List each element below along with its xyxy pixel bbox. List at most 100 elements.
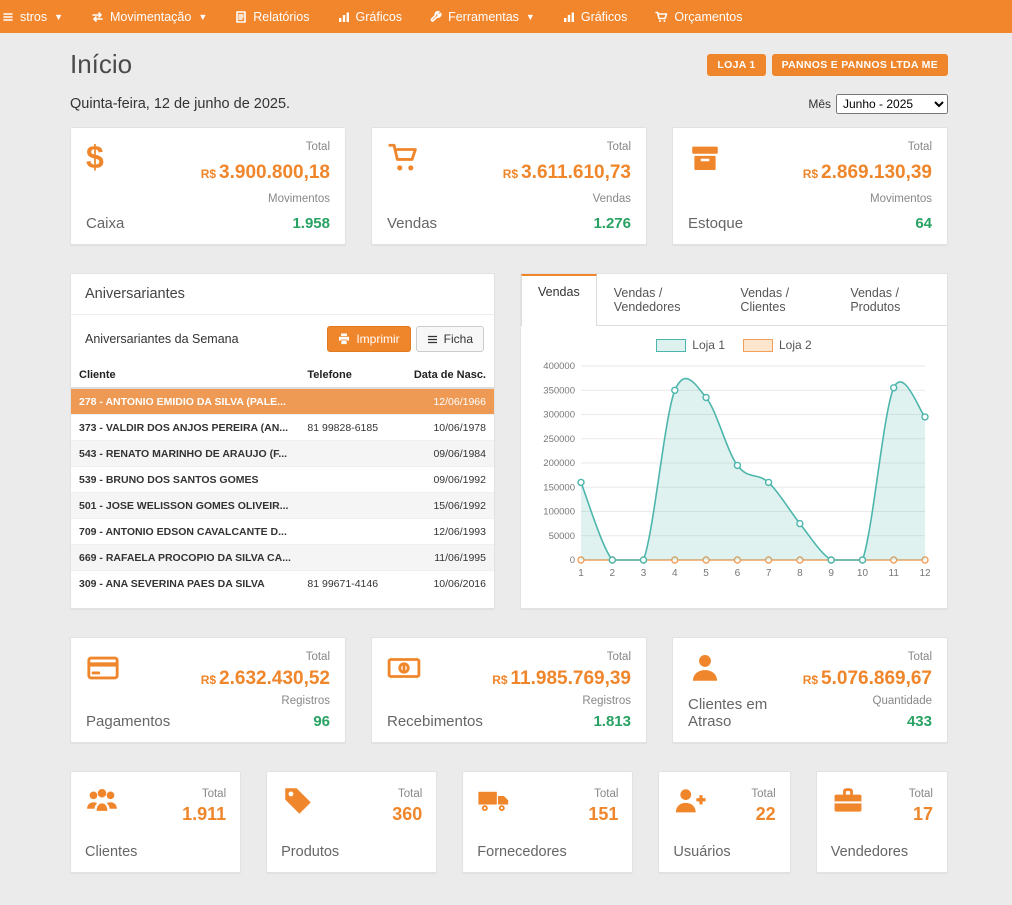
box-icon <box>688 141 722 175</box>
pagamentos-count: 96 <box>201 713 330 730</box>
nav-item-label: Gráficos <box>356 10 403 24</box>
svg-text:3: 3 <box>641 568 647 579</box>
tab-vendas[interactable]: Vendas <box>521 274 597 326</box>
panel-title: Aniversariantes <box>71 274 494 315</box>
col-header-nascimento: Data de Nasc. <box>405 363 494 388</box>
nav-item-graficos[interactable]: Gráficos <box>336 0 405 33</box>
svg-text:1: 1 <box>578 568 584 579</box>
caixa-card: $ Caixa Total R$3.900.800,18 Movimentos … <box>70 127 346 245</box>
total-label: Total <box>751 788 775 800</box>
svg-text:2: 2 <box>609 568 615 579</box>
wrench-icon <box>430 11 442 23</box>
nav-item-graficos-2[interactable]: Gráficos <box>561 0 630 33</box>
svg-text:10: 10 <box>857 568 869 579</box>
nav-item-label: Gráficos <box>581 10 628 24</box>
table-row[interactable]: 278 - ANTONIO EMIDIO DA SILVA (PALE...12… <box>71 388 494 415</box>
month-select[interactable]: Junho - 2025 <box>836 94 948 114</box>
total-label: Total <box>398 788 422 800</box>
usuarios-card: Total 22 Usuários <box>658 771 790 873</box>
store-badge[interactable]: LOJA 1 <box>707 54 765 76</box>
cart-icon <box>387 141 421 175</box>
ficha-button[interactable]: Ficha <box>416 326 484 352</box>
total-label: Total <box>201 141 330 153</box>
estoque-label: Estoque <box>688 215 743 232</box>
fornecedores-label: Fornecedores <box>477 844 618 860</box>
tab-vendas-clientes[interactable]: Vendas / Clientes <box>723 274 833 325</box>
bar-chart-icon <box>563 11 575 23</box>
count-label: Vendas <box>503 193 631 205</box>
svg-text:0: 0 <box>570 555 575 566</box>
nav-item-label: stros <box>20 10 47 24</box>
estoque-total: R$2.869.130,39 <box>803 163 932 184</box>
user-plus-icon <box>673 784 707 818</box>
total-label: Total <box>201 651 330 663</box>
table-row[interactable]: 373 - VALDIR DOS ANJOS PEREIRA (AN...81 … <box>71 415 494 441</box>
svg-text:300000: 300000 <box>543 410 575 421</box>
table-row[interactable]: 309 - ANA SEVERINA PAES DA SILVA81 99671… <box>71 571 494 597</box>
svg-text:200000: 200000 <box>543 458 575 469</box>
estoque-count: 64 <box>803 215 932 232</box>
pagamentos-total: R$2.632.430,52 <box>201 669 330 690</box>
sales-area-chart: 0500001000001500002000002500003000003500… <box>535 358 933 600</box>
nav-item-label: Orçamentos <box>674 10 742 24</box>
total-label: Total <box>594 788 618 800</box>
print-button[interactable]: Imprimir <box>327 326 410 352</box>
clientes-atraso-card: Clientes em Atraso Total R$5.076.869,67 … <box>672 637 948 743</box>
nav-item-relatorios[interactable]: Relatórios <box>233 0 311 33</box>
table-row[interactable]: 709 - ANTONIO EDSON CAVALCANTE D...12/06… <box>71 519 494 545</box>
banknote-icon <box>387 651 421 685</box>
estoque-card: Estoque Total R$2.869.130,39 Movimentos … <box>672 127 948 245</box>
tab-vendas-produtos[interactable]: Vendas / Produtos <box>833 274 947 325</box>
nav-item-label: Ferramentas <box>448 10 519 24</box>
report-icon <box>235 11 247 23</box>
top-navbar: stros ▼ Movimentação ▼ Relatórios Gráfic… <box>0 0 1012 33</box>
table-row[interactable]: 539 - BRUNO DOS SANTOS GOMES09/06/1992 <box>71 467 494 493</box>
usuarios-label: Usuários <box>673 844 775 860</box>
usuarios-count: 22 <box>751 804 775 825</box>
bar-chart-icon <box>338 11 350 23</box>
current-date: Quinta-feira, 12 de junho de 2025. <box>70 96 290 112</box>
produtos-count: 360 <box>392 804 422 825</box>
aniversariantes-panel: Aniversariantes Aniversariantes da Seman… <box>70 273 495 609</box>
dollar-icon: $ <box>86 141 124 173</box>
birthdays-table: Cliente Telefone Data de Nasc. 278 - ANT… <box>71 363 494 596</box>
tag-icon <box>281 784 315 818</box>
panel-subtitle: Aniversariantes da Semana <box>85 332 239 346</box>
cart-icon <box>655 11 668 23</box>
company-badge[interactable]: PANNOS E PANNOS LTDA ME <box>772 54 948 76</box>
table-row[interactable]: 669 - RAFAELA PROCOPIO DA SILVA CA...11/… <box>71 545 494 571</box>
printer-icon <box>338 333 350 345</box>
clientes-atraso-label: Clientes em Atraso <box>688 696 803 730</box>
table-row[interactable]: 501 - JOSE WELISSON GOMES OLIVEIR...15/0… <box>71 493 494 519</box>
clientes-count: 1.911 <box>182 804 226 825</box>
nav-item-orcamentos[interactable]: Orçamentos <box>653 0 744 33</box>
tab-vendas-vendedores[interactable]: Vendas / Vendedores <box>597 274 724 325</box>
total-label: Total <box>909 788 933 800</box>
nav-item-cadastros[interactable]: stros ▼ <box>0 0 65 33</box>
total-label: Total <box>503 141 631 153</box>
recebimentos-count: 1.813 <box>492 713 631 730</box>
caixa-count: 1.958 <box>201 215 330 232</box>
svg-text:11: 11 <box>889 568 900 579</box>
vendedores-card: Total 17 Vendedores <box>816 771 948 873</box>
table-row[interactable]: 543 - RENATO MARINHO DE ARAUJO (F...09/0… <box>71 441 494 467</box>
pagamentos-label: Pagamentos <box>86 713 170 730</box>
nav-item-ferramentas[interactable]: Ferramentas ▼ <box>428 0 537 33</box>
svg-text:5: 5 <box>703 568 709 579</box>
sales-tabs: Vendas Vendas / Vendedores Vendas / Clie… <box>521 274 947 326</box>
legend-loja1: Loja 1 <box>656 338 725 352</box>
nav-item-movimentacao[interactable]: Movimentação ▼ <box>89 0 209 33</box>
count-label: Quantidade <box>803 695 932 707</box>
truck-icon <box>477 784 511 818</box>
count-label: Registros <box>201 695 330 707</box>
col-header-telefone: Telefone <box>299 363 405 388</box>
loja1-swatch <box>656 339 686 352</box>
svg-text:100000: 100000 <box>543 507 575 518</box>
vendas-total: R$3.611.610,73 <box>503 163 631 184</box>
page-title: Início <box>70 49 132 80</box>
svg-text:7: 7 <box>766 568 772 579</box>
users-icon <box>85 784 119 818</box>
produtos-card: Total 360 Produtos <box>266 771 437 873</box>
total-label: Total <box>803 141 932 153</box>
clientes-card: Total 1.911 Clientes <box>70 771 241 873</box>
